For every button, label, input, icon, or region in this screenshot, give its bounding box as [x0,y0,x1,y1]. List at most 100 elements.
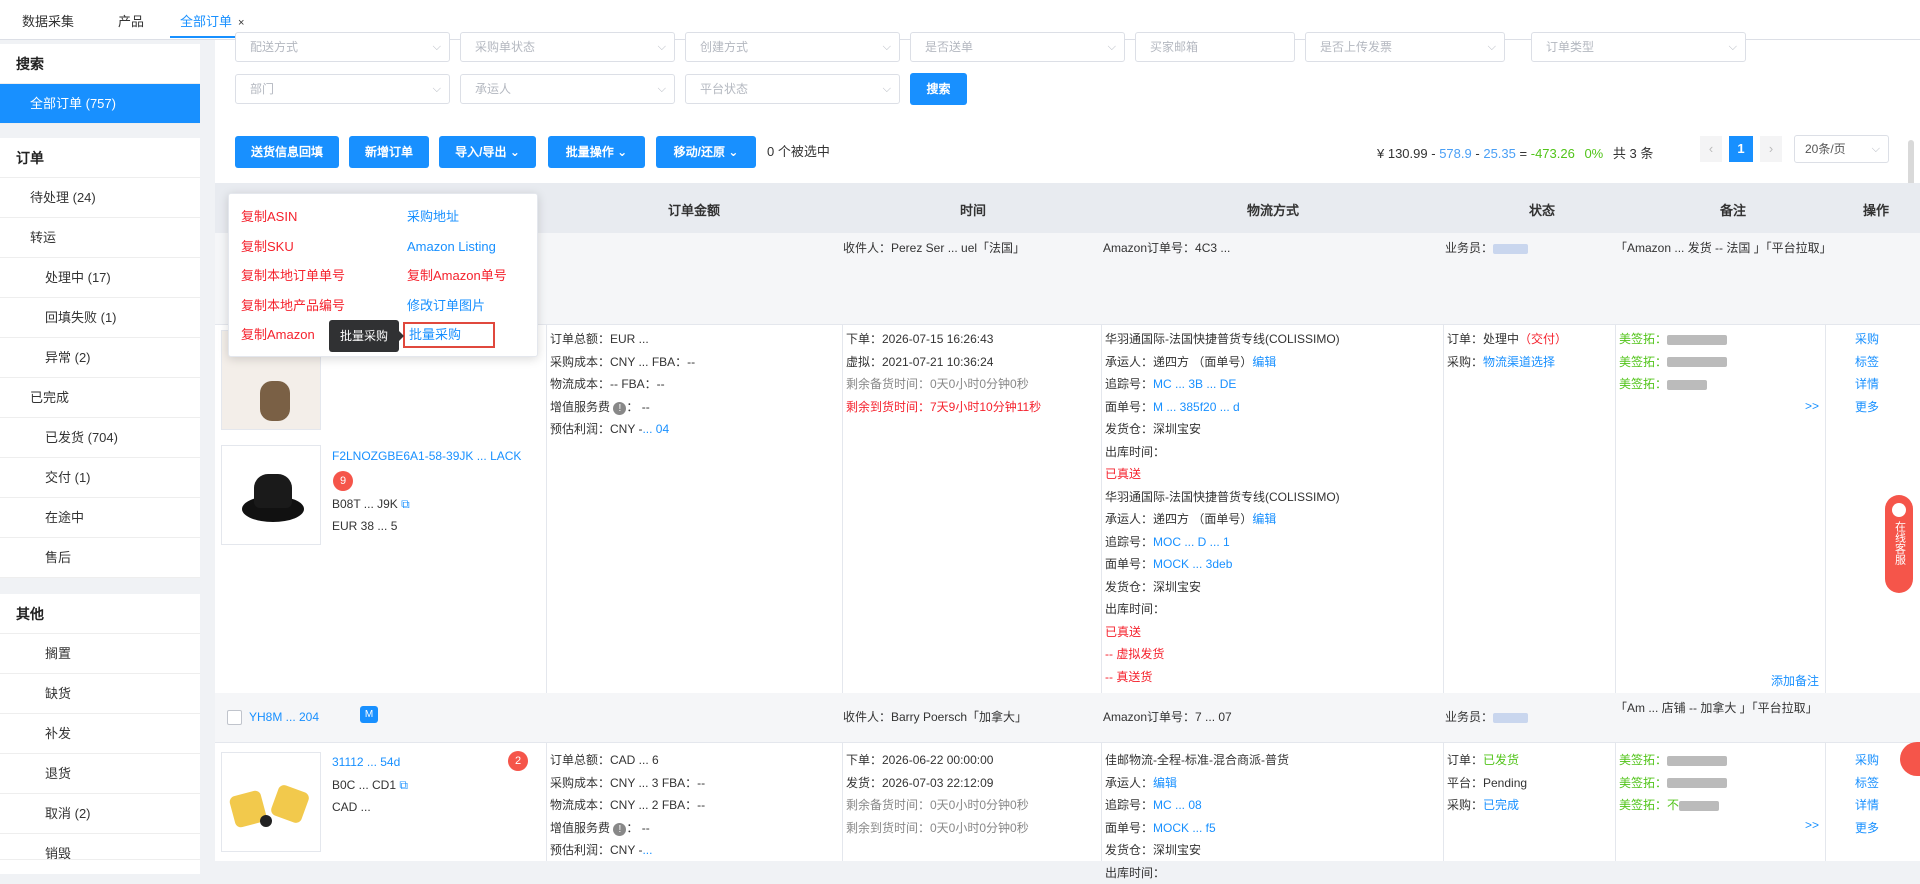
redacted-text [1667,357,1727,367]
order2-salesman: 业务员： [1445,706,1528,729]
waybill-value[interactable]: M ... 385f20 ... d [1153,400,1240,414]
filter-shipping-method[interactable]: 配送方式⌵ [235,32,450,62]
chevron-down-icon: ⌵ [1729,33,1737,61]
chevron-down-icon: ⌵ [1872,136,1880,162]
move-restore-button[interactable]: 移动/还原 ⌄ [656,136,756,168]
row-checkbox[interactable] [227,710,242,725]
next-page-button[interactable]: › [1760,136,1782,162]
more-link[interactable]: 更多 [1855,817,1879,840]
summary-total: 共 3 条 [1613,146,1653,161]
product-sku-link[interactable]: 31112 ... 54d [332,751,400,774]
sidebar-item-completed[interactable]: 已完成 [0,378,200,418]
copy-actions-popover: 复制ASIN 复制SKU 复制本地订单单号 复制本地产品编号 复制Amazon … [228,193,538,357]
waybill-value[interactable]: MOCK ... 3deb [1153,557,1232,571]
sidebar-item-return[interactable]: 退货 [0,754,200,794]
product-sku-link[interactable]: F2LNOZGBE6A1-58-39JK ... LACK [332,445,521,468]
prev-page-button[interactable]: ‹ [1700,136,1722,162]
tab-products[interactable]: 产品 [108,6,154,38]
sidebar-item-shelved[interactable]: 搁置 [0,634,200,674]
filter-order-type[interactable]: 订单类型⌵ [1531,32,1746,62]
import-export-button[interactable]: 导入/导出 ⌄ [439,136,536,168]
purchase-link[interactable]: 采购 [1855,749,1879,772]
tracking-value[interactable]: MOC ... D ... 1 [1153,535,1230,549]
copy-sku-item[interactable]: 复制SKU [241,232,345,262]
purchase-link[interactable]: 采购 [1855,328,1879,351]
header-remark: 备注 [1720,200,1746,219]
copy-icon[interactable]: ⧉ [401,497,410,511]
details-link[interactable]: 详情 [1855,373,1879,396]
page-size-select[interactable]: 20条/页⌵ [1794,135,1889,163]
tracking-value[interactable]: MC ... 3B ... DE [1153,377,1236,391]
purchase-address-item[interactable]: 采购地址 [407,202,507,232]
copy-local-product-no-item[interactable]: 复制本地产品编号 [241,291,345,321]
sidebar-item-pending[interactable]: 待处理 (24) [0,178,200,218]
summary-profit: -473.26 [1531,146,1575,161]
sidebar-item-reship[interactable]: 补发 [0,714,200,754]
order2-number-link[interactable]: YH8M ... 204 [249,706,319,729]
edit-link[interactable]: 编辑 [1153,776,1177,790]
product-image[interactable] [221,445,321,545]
backfill-delivery-button[interactable]: 送货信息回填 [235,136,339,168]
filter-invoice-uploaded[interactable]: 是否上传发票⌵ [1305,32,1505,62]
waybill-value[interactable]: MOCK ... f5 [1153,821,1216,835]
header-logistics: 物流方式 [1247,200,1299,219]
edit-order-image-item[interactable]: 修改订单图片 [407,291,507,321]
sidebar-item-out-of-stock[interactable]: 缺货 [0,674,200,714]
sidebar-item-shipped[interactable]: 已发货 (704) [0,418,200,458]
info-icon[interactable]: ! [613,402,626,415]
purchase-status-link[interactable]: 物流渠道选择 [1483,355,1555,369]
sidebar-item-delivered[interactable]: 交付 (1) [0,458,200,498]
filter-create-method[interactable]: 创建方式⌵ [685,32,900,62]
order2-remark: 「Am ... 店铺 -- 加拿大 」「平台拉取」 [1615,697,1915,720]
batch-operation-button[interactable]: 批量操作 ⌄ [548,136,645,168]
filter-platform-status[interactable]: 平台状态⌵ [685,74,900,104]
copy-local-order-no-item[interactable]: 复制本地订单单号 [241,261,345,291]
filter-department[interactable]: 部门⌵ [235,74,450,104]
filter-carrier[interactable]: 承运人⌵ [460,74,675,104]
page-number-current[interactable]: 1 [1729,136,1753,162]
remark-line: 美签拓： [1619,328,1819,351]
sidebar-item-cancelled[interactable]: 取消 (2) [0,794,200,834]
close-icon[interactable]: × [238,17,244,29]
summary-revenue: ¥ 130.99 [1377,146,1428,161]
details-link[interactable]: 详情 [1855,794,1879,817]
product-image[interactable] [221,752,321,852]
copy-icon[interactable]: ⧉ [399,778,408,792]
redacted-text [1667,756,1727,766]
tab-data-collect[interactable]: 数据采集 [12,6,84,38]
remark-expand-link[interactable]: >> [1805,814,1819,837]
filter-is-sent[interactable]: 是否送单⌵ [910,32,1125,62]
copy-asin-item[interactable]: 复制ASIN [241,202,345,232]
online-support-button[interactable]: 在线客服 [1885,495,1913,593]
sidebar-item-backfill-failed[interactable]: 回填失败 (1) [0,298,200,338]
amazon-listing-item[interactable]: Amazon Listing [407,232,507,262]
filter-department-label: 部门 [250,82,274,96]
edit-link[interactable]: 编辑 [1252,512,1276,526]
chevron-down-icon: ⌵ [658,33,666,61]
batch-purchase-item[interactable]: 批量采购 [403,322,495,348]
sidebar-item-after-sales[interactable]: 售后 [0,538,200,578]
search-button[interactable]: 搜索 [910,73,967,105]
sidebar-item-processing[interactable]: 处理中 (17) [0,258,200,298]
filter-purchase-status[interactable]: 采购单状态⌵ [460,32,675,62]
sidebar-item-transship[interactable]: 转运 [0,218,200,258]
add-order-button[interactable]: 新增订单 [349,136,429,168]
remark-expand-link[interactable]: >> [1805,395,1819,418]
chevron-down-icon: ⌵ [1488,33,1496,61]
order-date: 下单：2026-06-22 00:00:00 [846,749,1029,772]
sidebar-item-destroy[interactable]: 销毁 [0,834,200,860]
purchase-status-link[interactable]: 已完成 [1483,798,1519,812]
sidebar-item-exception[interactable]: 异常 (2) [0,338,200,378]
info-icon[interactable]: ! [613,823,626,836]
more-link[interactable]: 更多 [1855,396,1879,419]
add-remark-link[interactable]: 添加备注 [1771,670,1819,693]
sidebar-item-in-transit[interactable]: 在途中 [0,498,200,538]
filter-buyer-email[interactable]: 买家邮箱 [1135,32,1295,62]
label-link[interactable]: 标签 [1855,772,1879,795]
tracking-value[interactable]: MC ... 08 [1153,798,1202,812]
sidebar-item-all-orders[interactable]: 全部订单 (757) [0,84,200,124]
edit-link[interactable]: 编辑 [1252,355,1276,369]
copy-amazon-order-no-item[interactable]: 复制Amazon单号 [407,261,507,291]
label-link[interactable]: 标签 [1855,351,1879,374]
warehouse: 发货仓：深圳宝安 [1105,839,1440,862]
